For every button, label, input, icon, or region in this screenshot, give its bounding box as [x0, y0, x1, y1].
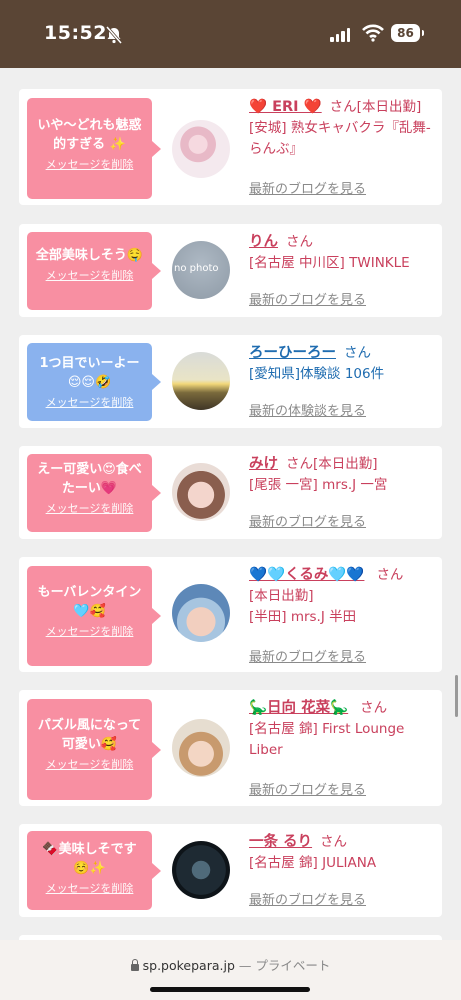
message-text: えー可愛い😍食べたーい💗: [37, 462, 142, 496]
address-text: sp.pokepara.jp — プライベート: [0, 955, 461, 974]
sender-name[interactable]: 🦕日向 花菜🦕: [249, 700, 348, 716]
sender-info: 💙🩵くるみ🩵💙 さん [本日出勤] [半田] mrs.J 半田: [249, 565, 438, 628]
avatar[interactable]: [172, 120, 230, 178]
battery-indicator: 86: [391, 24, 424, 42]
message-bubble: もーバレンタイン🩵🥰 メッセージを削除: [27, 566, 161, 666]
honorific: さん: [286, 234, 313, 250]
sender-name[interactable]: 一条 るり: [249, 834, 312, 850]
sender-info: ❤️ ERI ❤️ さん[本日出勤] [安城] 熟女キャバクラ『乱舞-らんぶ』: [249, 97, 438, 160]
latest-blog-link[interactable]: 最新のブログを見る: [249, 178, 366, 197]
avatar[interactable]: no photo: [172, 241, 230, 299]
delete-message-link[interactable]: メッセージを削除: [27, 502, 152, 516]
shop-info: [名古屋 錦] First Lounge Liber: [249, 721, 405, 758]
bell-muted-icon: [105, 26, 123, 44]
message-text: 🍫美味しそです ☺️✨: [42, 842, 137, 876]
latest-blog-link[interactable]: 最新のブログを見る: [249, 779, 366, 798]
message-card: もーバレンタイン🩵🥰 メッセージを削除 💙🩵くるみ🩵💙 さん [本日出勤] [半田…: [19, 557, 442, 672]
avatar[interactable]: [172, 352, 230, 410]
message-bubble: 1つ目でいーよー 😌😌🤣 メッセージを削除: [27, 343, 161, 421]
sender-info: 🦕日向 花菜🦕 さん [名古屋 錦] First Lounge Liber: [249, 698, 438, 761]
latest-review-link[interactable]: 最新の体験談を見る: [249, 400, 366, 419]
message-card: 全部美味しそう🤤 メッセージを削除 no photo りん さん [名古屋 中川区…: [19, 224, 442, 317]
honorific: さん: [320, 834, 348, 850]
delete-message-link[interactable]: メッセージを削除: [27, 758, 152, 772]
sender-name[interactable]: ろーひーろー: [249, 345, 336, 361]
delete-message-link[interactable]: メッセージを削除: [27, 625, 152, 639]
message-text: いや〜どれも魅惑的すぎる ✨: [37, 118, 142, 152]
status-badge: [本日出勤]: [313, 456, 378, 472]
separator: —: [238, 958, 252, 973]
honorific: さん: [344, 345, 371, 361]
shop-info: [安城] 熟女キャバクラ『乱舞-らんぶ』: [249, 120, 431, 157]
url-text: sp.pokepara.jp: [142, 958, 235, 973]
message-text: 全部美味しそう🤤: [35, 248, 144, 263]
avatar[interactable]: [172, 584, 230, 642]
honorific: さん: [360, 700, 388, 716]
status-badge: [本日出勤]: [249, 588, 314, 604]
message-card: 1つ目でいーよー 😌😌🤣 メッセージを削除 ろーひーろー さん [愛知県]体験談 …: [19, 335, 442, 428]
avatar[interactable]: [172, 463, 230, 521]
shop-info: [名古屋 中川区] TWINKLE: [249, 255, 410, 271]
latest-blog-link[interactable]: 最新のブログを見る: [249, 289, 366, 308]
honorific: さん: [329, 99, 357, 115]
delete-message-link[interactable]: メッセージを削除: [27, 269, 152, 283]
lock-icon: [130, 959, 139, 971]
delete-message-link[interactable]: メッセージを削除: [27, 396, 152, 410]
message-bubble: パズル風になって可愛い🥰 メッセージを削除: [27, 699, 161, 800]
sender-name[interactable]: 💙🩵くるみ🩵💙: [249, 567, 364, 583]
sender-info: みけ さん[本日出勤] [尾張 一宮] mrs.J 一宮: [249, 454, 438, 496]
home-indicator[interactable]: [150, 987, 310, 992]
latest-blog-link[interactable]: 最新のブログを見る: [249, 646, 366, 665]
sender-info: ろーひーろー さん [愛知県]体験談 106件: [249, 343, 438, 385]
honorific: さん: [376, 567, 404, 583]
delete-message-link[interactable]: メッセージを削除: [27, 158, 152, 172]
sender-name[interactable]: みけ: [249, 456, 278, 472]
shop-info: [半田] mrs.J 半田: [249, 609, 357, 625]
message-bubble: いや〜どれも魅惑的すぎる ✨ メッセージを削除: [27, 98, 161, 199]
message-bubble: 🍫美味しそです ☺️✨ メッセージを削除: [27, 831, 161, 910]
scrollbar[interactable]: [455, 675, 458, 717]
privacy-label: プライベート: [255, 958, 331, 973]
no-photo-label: no photo: [174, 263, 219, 274]
review-count: [愛知県]体験談 106件: [249, 366, 385, 382]
status-badge: [本日出勤]: [356, 99, 422, 115]
delete-message-link[interactable]: メッセージを削除: [27, 882, 152, 896]
message-text: 1つ目でいーよー 😌😌🤣: [39, 356, 140, 390]
honorific: さん: [286, 456, 313, 472]
wifi-icon: [362, 24, 384, 42]
sender-name[interactable]: ❤️ ERI ❤️: [249, 99, 322, 115]
message-card: いや〜どれも魅惑的すぎる ✨ メッセージを削除 ❤️ ERI ❤️ さん[本日出勤…: [19, 89, 442, 205]
cellular-signal-icon: [330, 26, 350, 42]
sender-info: 一条 るり さん [名古屋 錦] JULIANA: [249, 832, 438, 874]
avatar[interactable]: [172, 841, 230, 899]
status-bar: 15:52 86: [0, 0, 461, 68]
message-text: パズル風になって可愛い🥰: [37, 718, 142, 752]
latest-blog-link[interactable]: 最新のブログを見る: [249, 511, 366, 530]
sender-name[interactable]: りん: [249, 234, 278, 250]
clock: 15:52: [44, 22, 107, 44]
latest-blog-link[interactable]: 最新のブログを見る: [249, 889, 366, 908]
message-text: もーバレンタイン🩵🥰: [37, 585, 142, 619]
message-card: 🍫美味しそです ☺️✨ メッセージを削除 一条 るり さん [名古屋 錦] JUL…: [19, 824, 442, 917]
message-card: えー可愛い😍食べたーい💗 メッセージを削除 みけ さん[本日出勤] [尾張 一宮]…: [19, 446, 442, 539]
message-card: パズル風になって可愛い🥰 メッセージを削除 🦕日向 花菜🦕 さん [名古屋 錦] …: [19, 690, 442, 806]
message-bubble: 全部美味しそう🤤 メッセージを削除: [27, 232, 161, 310]
shop-info: [尾張 一宮] mrs.J 一宮: [249, 477, 388, 493]
avatar[interactable]: [172, 719, 230, 777]
shop-info: [名古屋 錦] JULIANA: [249, 855, 377, 871]
sender-info: りん さん [名古屋 中川区] TWINKLE: [249, 232, 438, 274]
message-bubble: えー可愛い😍食べたーい💗 メッセージを削除: [27, 454, 161, 532]
